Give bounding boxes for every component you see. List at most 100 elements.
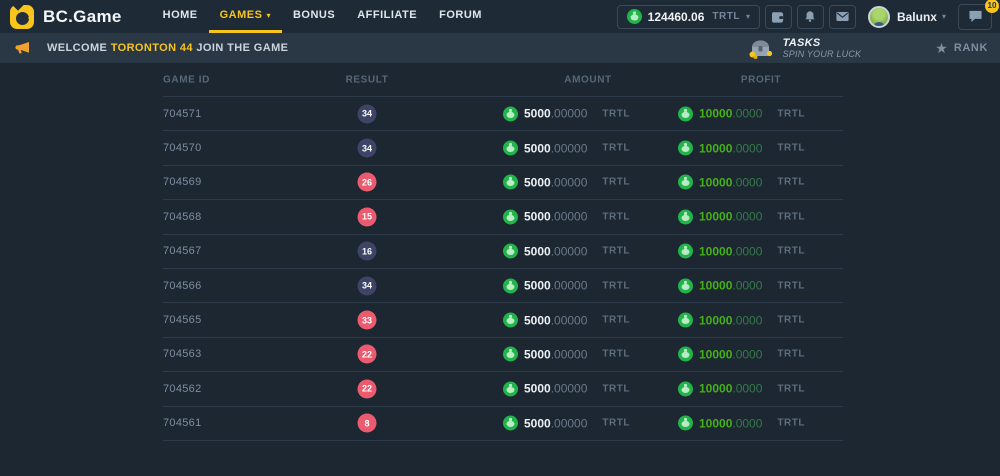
profit-currency: TRTL <box>777 418 805 429</box>
amount-currency: TRTL <box>602 280 630 291</box>
tasks-subtitle: SPIN YOUR LUCK <box>783 49 862 59</box>
coin-icon <box>678 416 693 431</box>
result-cell: 33 <box>358 311 377 330</box>
coin-icon <box>678 347 693 362</box>
profit-int: 10000 <box>699 141 732 155</box>
row-game-id: 704570 <box>163 142 202 154</box>
table-row[interactable]: 704563 22 5000.00000 TRTL 10000.0000 TRT… <box>163 338 843 372</box>
coin-icon <box>678 106 693 121</box>
welcome-banner: WELCOME TORONTON 44 JOIN THE GAME TASKS … <box>0 33 1000 63</box>
coin-icon <box>503 416 518 431</box>
table-row[interactable]: 704566 34 5000.00000 TRTL 10000.0000 TRT… <box>163 269 843 303</box>
messages-button[interactable] <box>829 5 856 29</box>
announcement-text: WELCOME TORONTON 44 JOIN THE GAME <box>47 42 288 54</box>
result-badge: 34 <box>358 139 377 158</box>
rank-widget[interactable]: ★ RANK <box>935 40 988 57</box>
nav-item-bonus[interactable]: BONUS <box>282 0 346 33</box>
coin-icon <box>678 313 693 328</box>
profit-cell: 10000.0000 TRTL <box>678 278 805 293</box>
profit-int: 10000 <box>699 175 732 189</box>
result-badge: 8 <box>358 414 377 433</box>
balance-currency-select[interactable]: TRTL <box>712 11 740 22</box>
table-row[interactable]: 704562 22 5000.00000 TRTL 10000.0000 TRT… <box>163 372 843 406</box>
coin-icon <box>678 141 693 156</box>
amount-currency: TRTL <box>602 246 630 257</box>
nav-item-games[interactable]: GAMES ▾ <box>209 0 282 33</box>
welcome-bar-right: TASKS SPIN YOUR LUCK ★ RANK <box>747 36 1000 60</box>
chat-notification-badge: 10 <box>985 0 999 13</box>
wallet-button[interactable] <box>765 5 792 29</box>
nav-item-forum[interactable]: FORUM <box>428 0 493 33</box>
brand-name[interactable]: BC.Game <box>43 7 122 27</box>
amount-cell: 5000.00000 TRTL <box>503 278 630 293</box>
coin-icon <box>627 9 642 24</box>
result-cell: 8 <box>358 414 377 433</box>
result-cell: 16 <box>358 242 377 261</box>
coin-icon <box>503 278 518 293</box>
amount-cell: 5000.00000 TRTL <box>503 313 630 328</box>
amount-currency: TRTL <box>602 349 630 360</box>
nav-item-affiliate[interactable]: AFFILIATE <box>346 0 428 33</box>
balance-display[interactable]: 124460.06 TRTL ▾ <box>617 5 760 29</box>
chevron-down-icon: ▾ <box>942 12 946 21</box>
brand-logo-icon[interactable] <box>10 5 34 29</box>
tasks-text: TASKS SPIN YOUR LUCK <box>783 37 862 60</box>
row-game-id: 704563 <box>163 348 202 360</box>
result-cell: 22 <box>358 345 377 364</box>
row-game-id: 704561 <box>163 417 202 429</box>
profit-cell: 10000.0000 TRTL <box>678 381 805 396</box>
notifications-button[interactable] <box>797 5 824 29</box>
result-cell: 34 <box>358 276 377 295</box>
balance-amount: 124460.06 <box>648 10 705 24</box>
profit-currency: TRTL <box>777 349 805 360</box>
amount-dec: .00000 <box>551 210 588 224</box>
table-row[interactable]: 704569 26 5000.00000 TRTL 10000.0000 TRT… <box>163 166 843 200</box>
amount-currency: TRTL <box>602 211 630 222</box>
coin-icon <box>678 244 693 259</box>
table-body: 704571 34 5000.00000 TRTL 10000.0000 TRT… <box>163 97 843 441</box>
row-game-id: 704567 <box>163 245 202 257</box>
profit-dec: .0000 <box>732 313 762 327</box>
amount-int: 5000 <box>524 382 551 396</box>
col-result: RESULT <box>346 74 389 85</box>
profit-dec: .0000 <box>732 416 762 430</box>
amount-dec: .00000 <box>551 416 588 430</box>
amount-int: 5000 <box>524 210 551 224</box>
navbar-right: 124460.06 TRTL ▾ Balunx ▾ 10 <box>617 4 992 30</box>
profit-dec: .0000 <box>732 107 762 121</box>
table-row[interactable]: 704570 34 5000.00000 TRTL 10000.0000 TRT… <box>163 131 843 165</box>
amount-currency: TRTL <box>602 108 630 119</box>
tasks-widget[interactable]: TASKS SPIN YOUR LUCK <box>747 36 862 60</box>
result-cell: 15 <box>358 207 377 226</box>
table-row[interactable]: 704561 8 5000.00000 TRTL 10000.0000 TRTL <box>163 407 843 441</box>
avatar <box>868 6 890 28</box>
coin-icon <box>678 381 693 396</box>
result-badge: 34 <box>358 104 377 123</box>
result-cell: 22 <box>358 379 377 398</box>
coin-icon <box>503 313 518 328</box>
user-menu[interactable]: Balunx ▾ <box>868 6 946 28</box>
table-row[interactable]: 704568 15 5000.00000 TRTL 10000.0000 TRT… <box>163 200 843 234</box>
nav-item-home[interactable]: HOME <box>152 0 209 33</box>
chevron-down-icon: ▾ <box>746 12 750 21</box>
main-nav: HOME GAMES ▾ BONUS AFFILIATE FORUM <box>152 0 493 33</box>
col-amount: AMOUNT <box>564 74 611 85</box>
amount-int: 5000 <box>524 141 551 155</box>
amount-dec: .00000 <box>551 175 588 189</box>
profit-cell: 10000.0000 TRTL <box>678 416 805 431</box>
profit-currency: TRTL <box>777 143 805 154</box>
table-row[interactable]: 704567 16 5000.00000 TRTL 10000.0000 TRT… <box>163 235 843 269</box>
amount-currency: TRTL <box>602 418 630 429</box>
chat-button[interactable]: 10 <box>958 4 992 30</box>
amount-currency: TRTL <box>602 315 630 326</box>
amount-cell: 5000.00000 TRTL <box>503 244 630 259</box>
table-row[interactable]: 704571 34 5000.00000 TRTL 10000.0000 TRT… <box>163 97 843 131</box>
amount-cell: 5000.00000 TRTL <box>503 416 630 431</box>
profit-int: 10000 <box>699 313 732 327</box>
star-icon: ★ <box>935 40 948 57</box>
profit-cell: 10000.0000 TRTL <box>678 175 805 190</box>
amount-cell: 5000.00000 TRTL <box>503 175 630 190</box>
tasks-title: TASKS <box>783 37 862 50</box>
profit-cell: 10000.0000 TRTL <box>678 141 805 156</box>
table-row[interactable]: 704565 33 5000.00000 TRTL 10000.0000 TRT… <box>163 303 843 337</box>
